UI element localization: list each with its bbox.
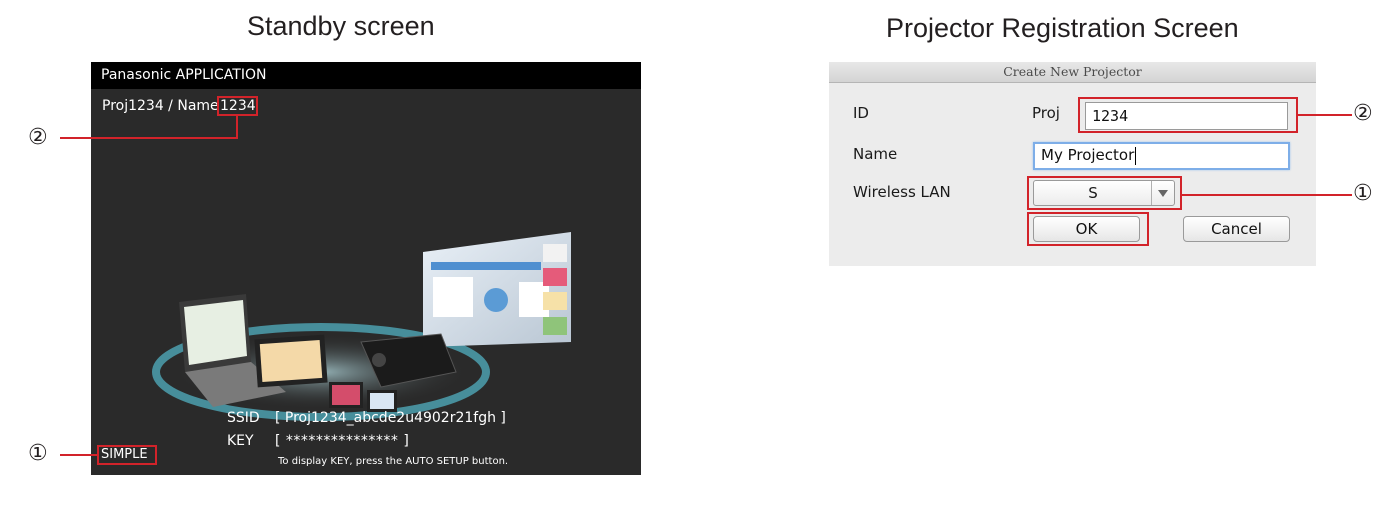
cancel-button[interactable]: Cancel bbox=[1183, 216, 1290, 242]
devices-illustration bbox=[152, 232, 571, 421]
name-label: Name bbox=[853, 145, 898, 163]
callout-1-left-line bbox=[60, 454, 98, 456]
key-value: [ *************** ] bbox=[275, 433, 410, 449]
callout-2-right-line bbox=[1298, 114, 1352, 116]
side-tile-1 bbox=[543, 244, 567, 262]
registration-screen-heading: Projector Registration Screen bbox=[886, 13, 1239, 43]
standby-screen: Panasonic APPLICATION Proj1234 / Name 12… bbox=[91, 62, 641, 475]
side-tile-3 bbox=[543, 292, 567, 310]
ok-highlight bbox=[1027, 212, 1149, 246]
phone-2-display bbox=[370, 393, 394, 409]
key-hint: To display KEY, press the AUTO SETUP but… bbox=[278, 456, 509, 467]
ssid-label: SSID bbox=[227, 410, 260, 426]
side-tile-2 bbox=[543, 268, 567, 286]
laptop-display bbox=[184, 300, 247, 365]
callout-1-right-line bbox=[1182, 194, 1352, 196]
standby-title-bar: Panasonic APPLICATION bbox=[91, 62, 641, 89]
callout-2-left: ② bbox=[28, 125, 48, 150]
callout-2-right: ② bbox=[1353, 101, 1373, 126]
id-label: ID bbox=[853, 104, 869, 122]
callout-1-left: ① bbox=[28, 441, 48, 466]
key-label: KEY bbox=[227, 433, 254, 449]
phone-1-display bbox=[332, 385, 360, 405]
simple-mode-label: SIMPLE bbox=[97, 445, 157, 465]
standby-screen-heading: Standby screen bbox=[247, 11, 435, 41]
text-caret bbox=[1135, 146, 1137, 165]
projection-header bbox=[431, 262, 541, 270]
callout-1-right: ① bbox=[1353, 181, 1373, 206]
wireless-lan-label: Wireless LAN bbox=[853, 183, 951, 201]
ssid-value: [ Proj1234_abcde2u4902r21fgh ] bbox=[275, 410, 506, 426]
projector-lens bbox=[372, 353, 386, 367]
pie-graphic bbox=[484, 288, 508, 312]
projector-name-line: Proj1234 / Name bbox=[102, 98, 219, 114]
side-tile-4 bbox=[543, 317, 567, 335]
chart-panel bbox=[433, 277, 473, 317]
dialog-title: Create New Projector bbox=[829, 62, 1316, 83]
callout-2-left-riser bbox=[236, 116, 238, 139]
callout-2-left-line bbox=[60, 137, 238, 139]
name-input-text: My Projector bbox=[1041, 146, 1135, 164]
projector-number-highlight: 1234 bbox=[217, 96, 258, 116]
id-prefix: Proj bbox=[1032, 104, 1060, 122]
tablet-display bbox=[259, 339, 323, 383]
wireless-lan-highlight bbox=[1027, 176, 1182, 210]
name-input[interactable]: My Projector bbox=[1033, 142, 1290, 170]
id-highlight bbox=[1078, 97, 1298, 133]
